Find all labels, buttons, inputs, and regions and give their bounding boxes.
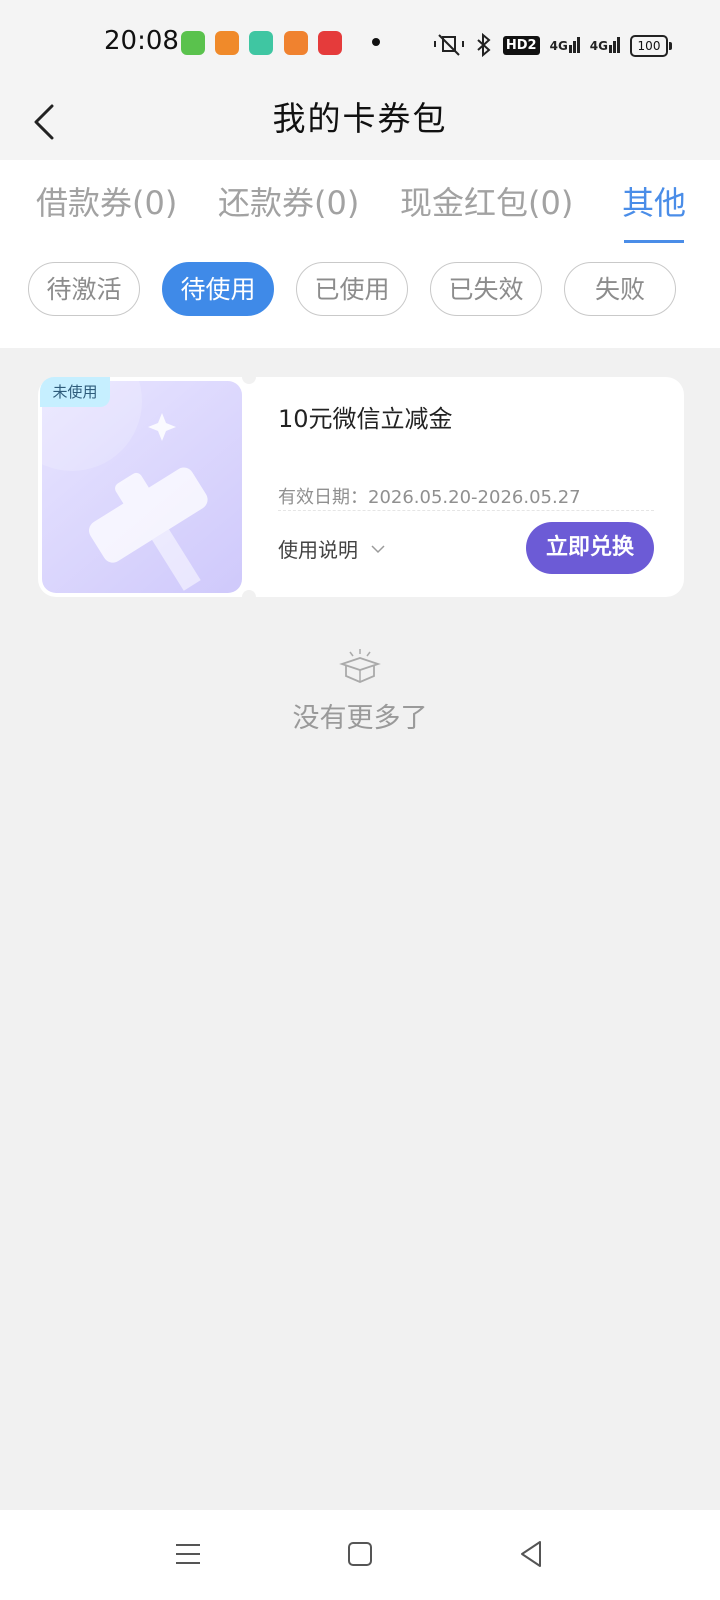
battery-icon: 100 — [630, 35, 672, 57]
coupon-card[interactable]: 未使用 10元微信立减金 有效日期：2026.05.20-2026.05.27 … — [38, 370, 684, 604]
app-icon-music — [318, 31, 342, 55]
app-icon-orange-video — [215, 31, 239, 55]
tab-active-indicator — [624, 240, 684, 243]
filter-used[interactable]: 已使用 — [296, 262, 408, 316]
filter-pending-use[interactable]: 待使用 — [162, 262, 274, 316]
tab-repay-coupon[interactable]: 还款券(0) — [218, 178, 359, 224]
signal-icon-2: 4G — [590, 37, 620, 53]
home-button[interactable] — [342, 1536, 378, 1572]
coupon-name: 10元微信立减金 — [278, 405, 453, 433]
coupon-thumbnail — [42, 381, 242, 593]
ticket-notch-bottom — [242, 590, 256, 604]
empty-state: 没有更多了 — [0, 648, 720, 735]
empty-box-icon — [339, 649, 381, 683]
header: 我的卡券包 — [0, 88, 720, 160]
vibrate-mute-icon — [433, 34, 464, 56]
signal-icon-1: 4G — [550, 37, 580, 53]
tab-loan-coupon[interactable]: 借款券(0) — [36, 178, 177, 224]
app-icon-orange-2 — [284, 31, 308, 55]
tab-other[interactable]: 其他 — [622, 178, 686, 224]
chevron-down-icon — [371, 544, 385, 553]
notification-dot — [372, 38, 380, 46]
tab-cash-red-packet[interactable]: 现金红包(0) — [400, 178, 573, 224]
page-title: 我的卡券包 — [272, 99, 448, 138]
app-icon-green — [181, 31, 205, 55]
network-label-2: 4G — [589, 39, 608, 53]
gift-icon — [42, 381, 208, 591]
tabs-section: 借款券(0) 还款券(0) 现金红包(0) 其他 待激活 待使用 已使用 已失效… — [0, 160, 720, 348]
back-nav-button[interactable] — [514, 1536, 550, 1572]
filter-pending-activation[interactable]: 待激活 — [28, 262, 140, 316]
system-nav-bar — [0, 1510, 720, 1600]
back-triangle-icon — [521, 1541, 541, 1567]
status-time: 20:08 — [104, 26, 179, 56]
empty-state-text: 没有更多了 — [292, 703, 428, 734]
coupon-validity: 有效日期：2026.05.20-2026.05.27 — [278, 487, 581, 508]
hd-icon: HD2 — [502, 35, 540, 55]
filter-expired[interactable]: 已失效 — [430, 262, 542, 316]
usage-instructions-label: 使用说明 — [278, 538, 358, 562]
usage-instructions-toggle[interactable]: 使用说明 — [278, 534, 386, 563]
app-icon-download — [249, 31, 273, 55]
status-bar: 20:08 HD2 4G 4G 100 — [0, 0, 720, 88]
coupon-divider — [278, 510, 654, 511]
status-indicators: HD2 4G 4G — [433, 30, 620, 60]
filter-failed[interactable]: 失败 — [564, 262, 676, 316]
home-square-icon — [348, 1542, 372, 1566]
redeem-button[interactable]: 立即兑换 — [526, 522, 654, 574]
menu-icon — [176, 1544, 200, 1564]
network-label-1: 4G — [549, 39, 568, 53]
bluetooth-icon — [477, 33, 491, 57]
status-badge: 未使用 — [40, 377, 110, 407]
menu-button[interactable] — [170, 1536, 206, 1572]
ticket-notch-top — [242, 370, 256, 384]
